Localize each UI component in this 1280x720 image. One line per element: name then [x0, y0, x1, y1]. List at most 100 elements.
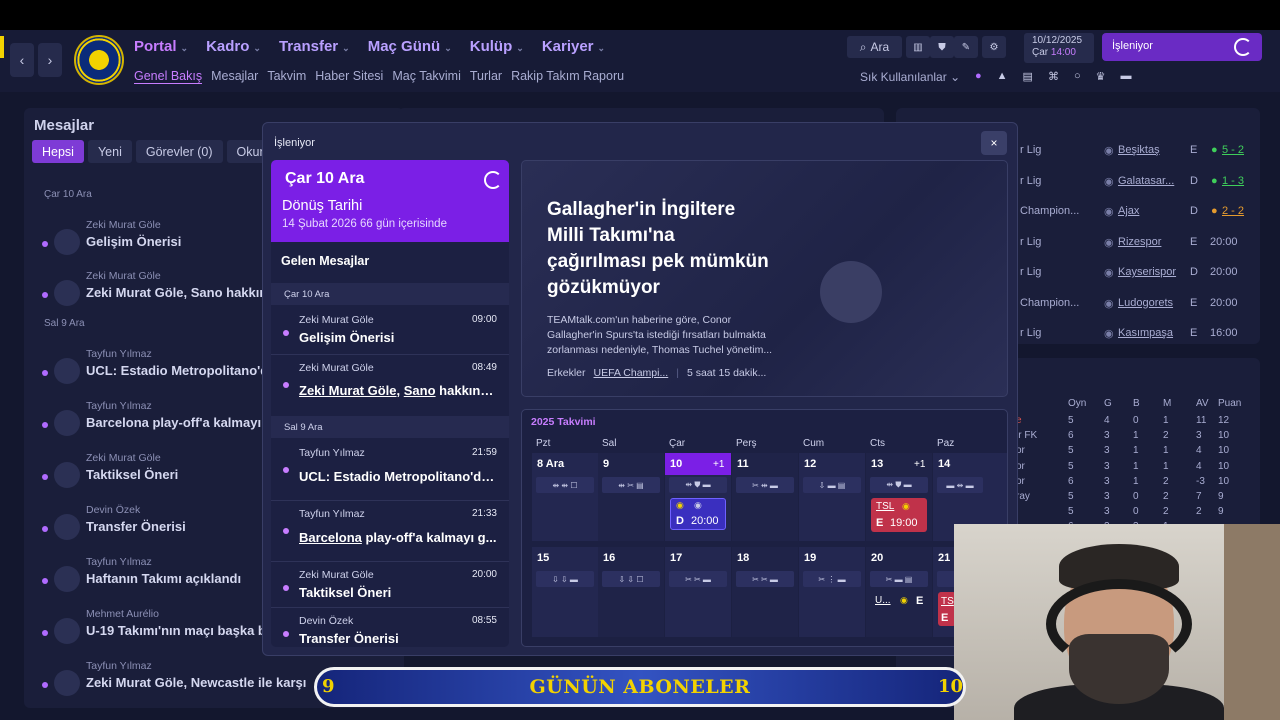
training-schedule-icons[interactable]: ✂ ⇹ ▬: [736, 477, 794, 493]
training-schedule-icons[interactable]: ⇩ ⇩ ▬: [536, 571, 594, 587]
table-cell: 12: [1218, 415, 1230, 426]
bed-icon[interactable]: ▬: [1120, 70, 1131, 83]
chevron-down-icon: ⌄: [516, 43, 524, 53]
competition-link[interactable]: UEFA Champi...: [594, 367, 669, 379]
fixture-result[interactable]: 1 - 3: [1222, 175, 1244, 187]
club-crest[interactable]: [74, 35, 124, 85]
shield-button[interactable]: ⛊: [930, 36, 954, 58]
pencil-icon: ✎: [961, 41, 971, 53]
training-schedule-icons[interactable]: ▬ ⇹ ▬: [937, 477, 983, 493]
training-schedule-icons[interactable]: ⇩ ▬ ▤: [803, 477, 861, 493]
chat-icon[interactable]: ●: [975, 70, 982, 83]
message-sender: Zeki Murat Göle: [86, 452, 161, 464]
stadium-icon[interactable]: ▲: [997, 70, 1008, 83]
nav-kadro[interactable]: Kadro ⌄: [206, 38, 261, 55]
club-link[interactable]: Barcelona: [299, 530, 362, 545]
settings-button[interactable]: ⚙: [982, 36, 1006, 58]
fixture-opponent[interactable]: Ludogorets: [1118, 297, 1173, 309]
subnav-mac-takvimi[interactable]: Maç Takvimi: [392, 69, 461, 84]
table-cell: 5: [1068, 460, 1074, 472]
training-schedule-icons[interactable]: ⇹ ⛊ ▬: [669, 477, 727, 493]
table-cell: 10: [1218, 475, 1230, 487]
shield-icon: ⛊: [938, 41, 946, 53]
continue-processing-button[interactable]: İşleniyor: [1102, 33, 1262, 61]
trophy-icon[interactable]: ♛: [1096, 70, 1106, 83]
subnav-rakip-raporu[interactable]: Rakip Takım Raporu: [511, 69, 624, 84]
back-button[interactable]: ‹: [10, 43, 34, 77]
close-button[interactable]: ×: [981, 131, 1007, 155]
training-schedule-icons[interactable]: ✂ ✂ ▬: [736, 571, 794, 587]
message-sender: Tayfun Yılmaz: [299, 447, 365, 459]
more-events-count[interactable]: +1: [914, 459, 925, 470]
day-number: 11: [737, 458, 749, 470]
nav-kulup[interactable]: Kulüp ⌄: [470, 38, 524, 55]
result-dot-icon: ●: [1211, 174, 1218, 187]
fixture-row[interactable]: r Lig ◉ Kasımpaşa E 16:00: [1010, 327, 1260, 347]
tab-yeni[interactable]: Yeni: [87, 140, 132, 163]
fixture-opponent[interactable]: Ajax: [1118, 205, 1139, 217]
chevron-right-icon: ›: [47, 52, 53, 68]
fixture-opponent[interactable]: Kayserispor: [1118, 266, 1176, 278]
table-cell: 5: [1068, 491, 1074, 502]
opponent-crest-icon: ◉: [900, 595, 908, 605]
training-schedule-icons[interactable]: ⇹ ⇹ ☐: [536, 477, 594, 493]
fixture-opponent[interactable]: Rizespor: [1118, 236, 1161, 248]
list-item[interactable]: Tayfun Yılmaz 21:59 UCL: Estadio Metropo…: [271, 443, 509, 499]
table-cell: 10: [1218, 445, 1230, 457]
list-item[interactable]: Zeki Murat Göle 08:49 Zeki Murat Göle, S…: [271, 358, 509, 410]
weekday-label: Sal: [602, 438, 617, 449]
tab-gorevler[interactable]: Görevler (0): [135, 140, 223, 163]
weekday-label: Çar: [669, 438, 686, 449]
fixture-opponent[interactable]: Kasımpaşa: [1118, 327, 1173, 339]
day-number: 15: [537, 552, 550, 564]
subnav-haber-sitesi[interactable]: Haber Sitesi: [315, 69, 383, 84]
training-schedule-icons[interactable]: ⇩ ⇩ ☐: [602, 571, 660, 587]
fixture-row[interactable]: r Lig ◉ Kayserispor D 20:00: [1010, 266, 1260, 286]
subnav-mesajlar[interactable]: Mesajlar: [211, 69, 258, 84]
player-link[interactable]: Zeki Murat Göle: [299, 383, 397, 398]
training-schedule-icons[interactable]: ✂ ▬ ▤: [870, 571, 928, 587]
fixture-row[interactable]: Champion... ◉ Ajax D ● 2 - 2: [1010, 205, 1260, 225]
nav-mac-gunu[interactable]: Maç Günü ⌄: [368, 38, 452, 55]
favorites-dropdown[interactable]: Sık Kullanılanlar ⌄: [860, 70, 960, 84]
more-events-count[interactable]: +1: [713, 459, 724, 470]
list-item[interactable]: Zeki Murat Göle 20:00 Taktiksel Öneri: [271, 565, 509, 607]
incoming-messages-title: Gelen Mesajlar: [281, 254, 370, 268]
fixture-opponent[interactable]: Beşiktaş: [1118, 144, 1160, 156]
news-headline[interactable]: Gallagher'in İngiltere Milli Takımı'na ç…: [547, 197, 777, 301]
forward-button[interactable]: ›: [38, 43, 62, 77]
fixture-result[interactable]: 2 - 2: [1222, 205, 1244, 217]
fixture-row[interactable]: r Lig ◉ Rizespor E 20:00: [1010, 236, 1260, 256]
list-item[interactable]: Zeki Murat Göle 09:00 Gelişim Önerisi: [271, 310, 509, 354]
nav-kariyer[interactable]: Kariyer ⌄: [542, 38, 605, 55]
fixture-row[interactable]: r Lig ◉ Galatasar... D ● 1 - 3: [1010, 175, 1260, 195]
nav-portal[interactable]: Portal ⌄: [134, 38, 188, 55]
board-button[interactable]: ▥: [906, 36, 930, 58]
nav-transfer[interactable]: Transfer ⌄: [279, 38, 350, 55]
network-icon[interactable]: ⌘: [1048, 70, 1059, 83]
subnav-turlar[interactable]: Turlar: [470, 69, 502, 84]
fixture-result[interactable]: 5 - 2: [1222, 144, 1244, 156]
training-schedule-icons[interactable]: ⇹ ✂ ▤: [602, 477, 660, 493]
circle-icon[interactable]: ○: [1074, 70, 1081, 83]
list-item[interactable]: Devin Özek 08:55 Transfer Önerisi: [271, 611, 509, 647]
tab-hepsi[interactable]: Hepsi: [32, 140, 84, 163]
list-item[interactable]: Tayfun Yılmaz 21:33 Barcelona play-off'a…: [271, 504, 509, 560]
edit-button[interactable]: ✎: [954, 36, 978, 58]
fixture-row[interactable]: Champion... ◉ Ludogorets E 20:00: [1010, 297, 1260, 317]
training-schedule-icons[interactable]: ⇹ ⛊ ▬: [870, 477, 928, 493]
document-icon[interactable]: ▤: [1023, 70, 1033, 83]
player-link[interactable]: Sano: [404, 383, 436, 398]
fixture-row[interactable]: r Lig ◉ Beşiktaş E ● 5 - 2: [1010, 144, 1260, 164]
match-competition[interactable]: U...: [875, 595, 891, 606]
message-subject: UCL: Estadio Metropolitano'da ...: [299, 469, 497, 484]
training-schedule-icons[interactable]: ✂ ✂ ▬: [669, 571, 727, 587]
unread-dot: [283, 631, 289, 637]
date-display[interactable]: 10/12/2025 Çar 14:00: [1024, 33, 1094, 63]
opponent-crest-icon: ◉: [902, 501, 910, 511]
search-button[interactable]: ⌕ Ara: [847, 36, 902, 58]
training-schedule-icons[interactable]: ✂ ⋮ ▬: [803, 571, 861, 587]
fixture-opponent[interactable]: Galatasar...: [1118, 175, 1174, 187]
subnav-genel-bakis[interactable]: Genel Bakış: [134, 69, 203, 84]
subnav-takvim[interactable]: Takvim: [267, 69, 306, 84]
